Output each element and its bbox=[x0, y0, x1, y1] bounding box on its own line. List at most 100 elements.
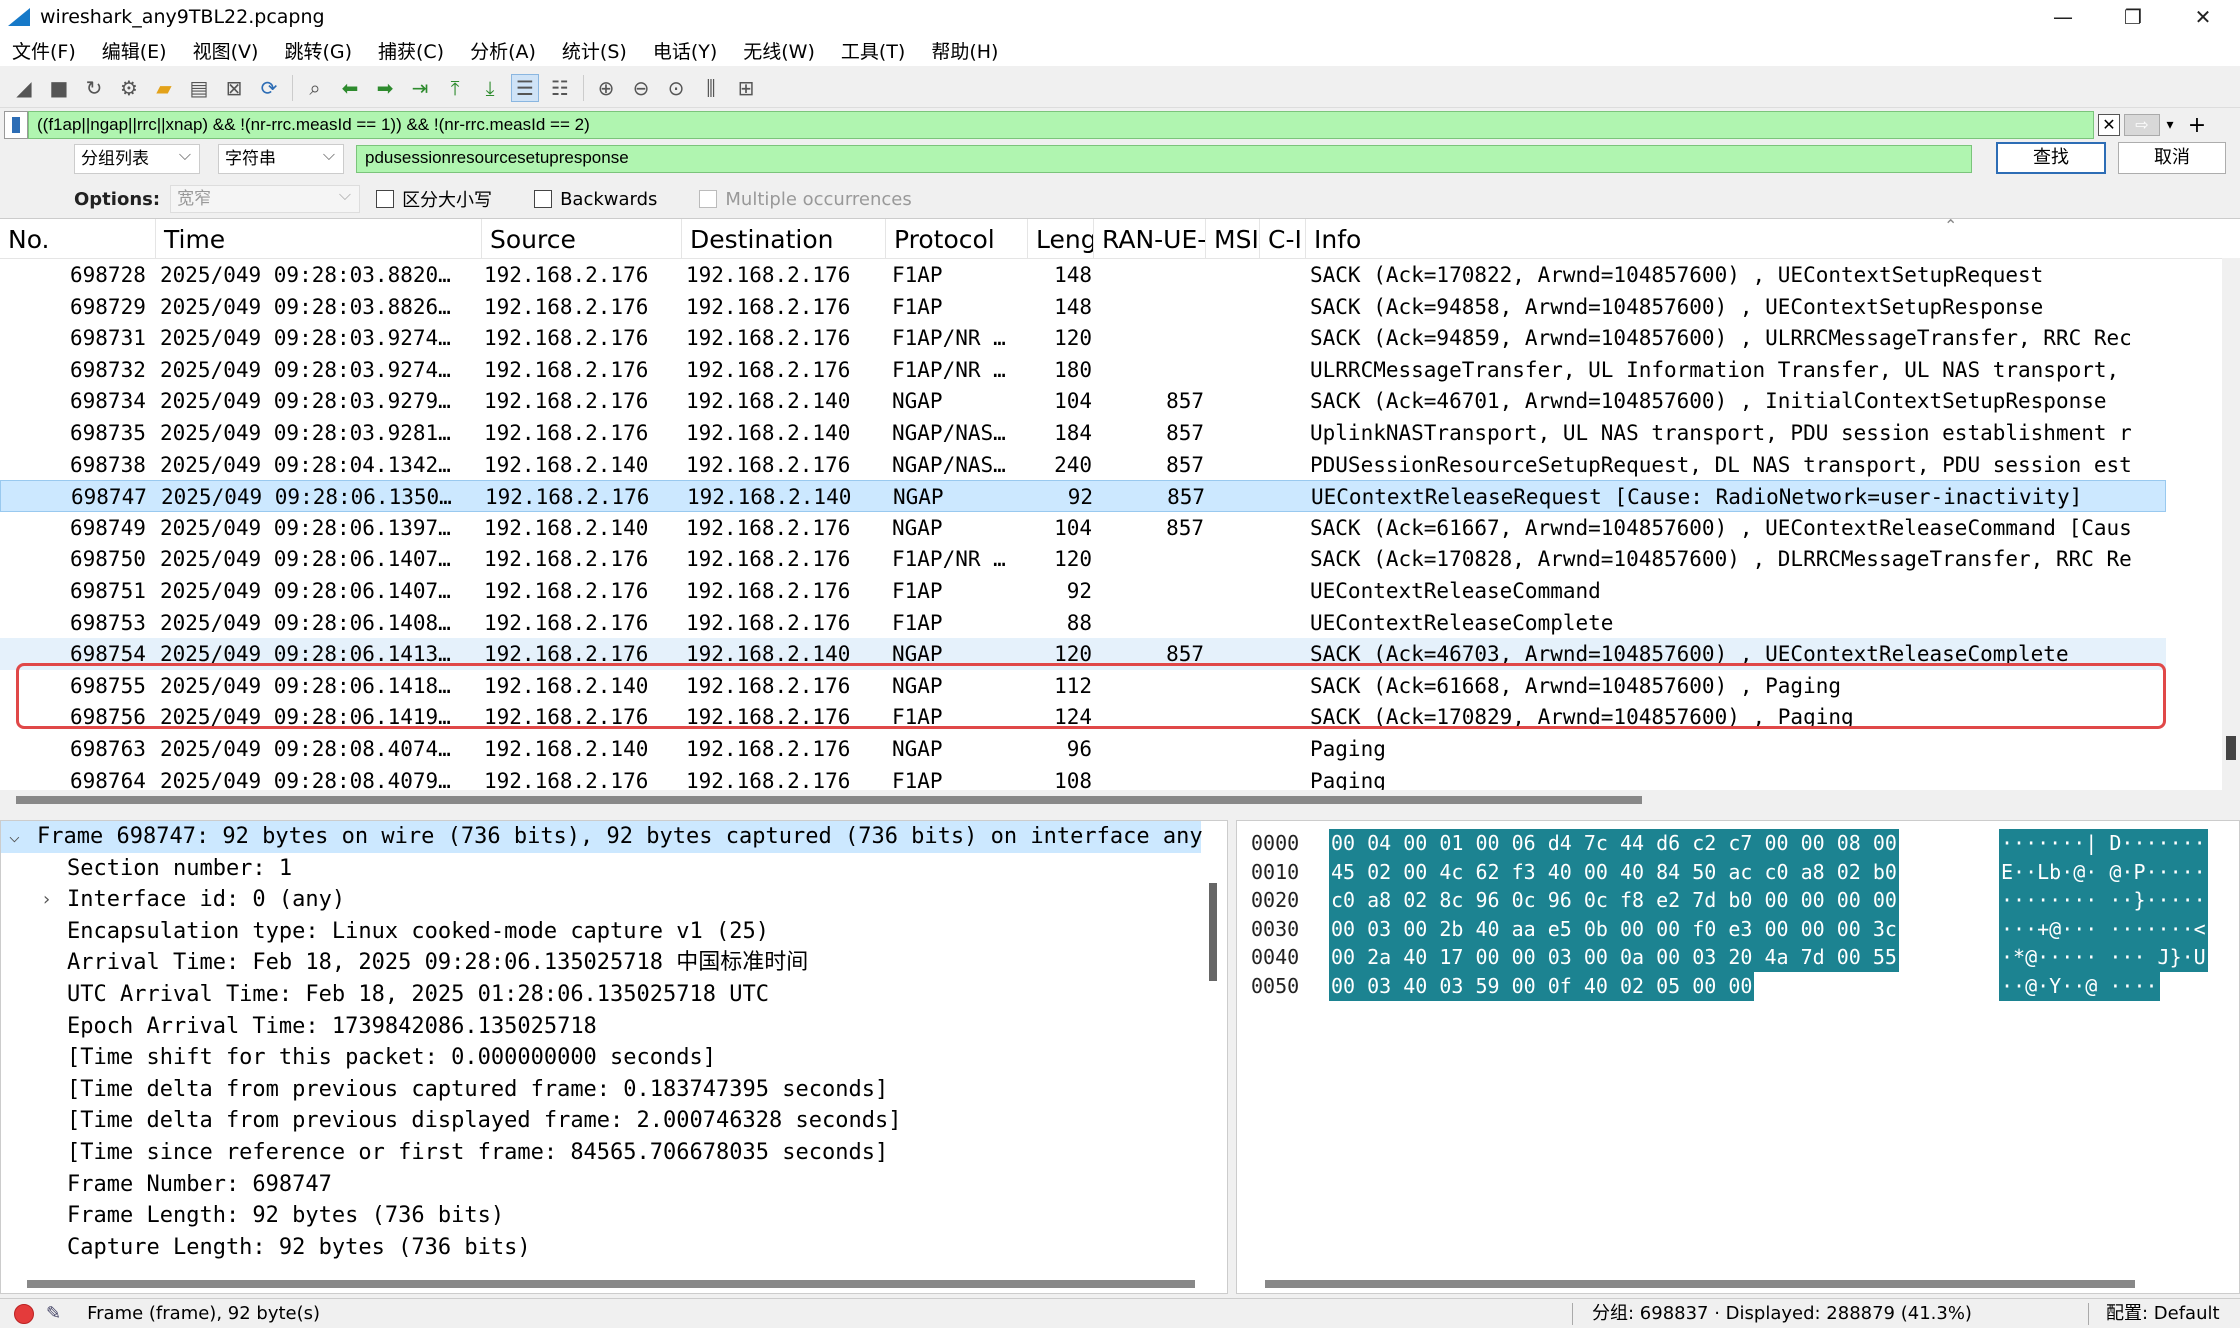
scroll-thumb[interactable] bbox=[1265, 1280, 2135, 1288]
expanded-arrow-icon[interactable]: ⌵ bbox=[9, 821, 20, 853]
packet-row[interactable]: 698732 2025/049 09:28:03.9274… 192.168.2.1… bbox=[0, 354, 2166, 386]
column-header-time[interactable]: Time bbox=[156, 219, 482, 259]
column-header-info[interactable]: Info bbox=[1306, 219, 2206, 259]
detail-field[interactable]: Frame Number: 698747 bbox=[1, 1169, 1201, 1201]
detail-field[interactable]: Section number: 1 bbox=[1, 853, 1201, 885]
menu-tools[interactable]: 工具(T) bbox=[841, 37, 905, 64]
scroll-thumb[interactable] bbox=[2226, 736, 2236, 760]
close-file-icon[interactable]: ⊠ bbox=[220, 74, 248, 102]
go-first-packet-icon[interactable]: ⤒ bbox=[441, 74, 469, 102]
colorize-icon[interactable]: ☷ bbox=[546, 74, 574, 102]
layout-icon[interactable]: ⊞ bbox=[732, 74, 760, 102]
detail-frame-summary[interactable]: ⌵ Frame 698747: 92 bytes on wire (736 bit… bbox=[1, 821, 1203, 853]
start-capture-icon[interactable]: ◢ bbox=[10, 74, 38, 102]
find-packet-icon[interactable]: ⌕ bbox=[301, 74, 329, 102]
menu-analyze[interactable]: 分析(A) bbox=[470, 37, 536, 64]
detail-field[interactable]: Capture Length: 92 bytes (736 bits) bbox=[1, 1232, 1201, 1264]
filter-history-dropdown-icon[interactable]: ▾ bbox=[2162, 117, 2178, 133]
backwards-checkbox[interactable]: Backwards bbox=[534, 189, 657, 210]
open-file-icon[interactable]: ▰ bbox=[150, 74, 178, 102]
add-filter-button-icon[interactable]: + bbox=[2186, 113, 2208, 138]
column-header-length[interactable]: Leng bbox=[1028, 219, 1094, 259]
ascii-bytes[interactable]: ··@·Y··@ ···· bbox=[1999, 972, 2160, 1001]
close-button[interactable]: ✕ bbox=[2168, 0, 2238, 34]
status-profile[interactable]: 配置: Default bbox=[2106, 1299, 2220, 1328]
menu-wireless[interactable]: 无线(W) bbox=[743, 37, 815, 64]
zoom-in-icon[interactable]: ⊕ bbox=[592, 74, 620, 102]
multiple-occurrences-checkbox[interactable]: Multiple occurrences bbox=[699, 189, 912, 210]
packet-row[interactable]: 698734 2025/049 09:28:03.9279… 192.168.2.1… bbox=[0, 385, 2166, 417]
detail-field[interactable]: Epoch Arrival Time: 1739842086.135025718 bbox=[1, 1011, 1201, 1043]
stop-capture-icon[interactable]: ■ bbox=[45, 74, 73, 102]
ascii-bytes[interactable]: ···+@··· ·······< bbox=[1999, 914, 2208, 944]
checkbox-box[interactable] bbox=[699, 190, 718, 208]
restore-button[interactable]: ❐ bbox=[2098, 0, 2168, 34]
column-header-source[interactable]: Source bbox=[482, 219, 682, 259]
cancel-find-button[interactable]: 取消 bbox=[2118, 142, 2226, 174]
packet-row[interactable]: 698747 2025/049 09:28:06.1350… 192.168.2.1… bbox=[0, 480, 2166, 512]
column-header-ci[interactable]: C-I bbox=[1260, 219, 1306, 259]
packet-list-vscrollbar[interactable] bbox=[2222, 258, 2240, 790]
column-header-no[interactable]: No. bbox=[0, 219, 156, 259]
detail-field[interactable]: Frame Length: 92 bytes (736 bits) bbox=[1, 1200, 1201, 1232]
autoscroll-icon[interactable]: ☰ bbox=[511, 73, 539, 102]
packet-row[interactable]: 698755 2025/049 09:28:06.1418… 192.168.2.1… bbox=[0, 670, 2166, 702]
clear-filter-icon[interactable]: ✕ bbox=[2098, 114, 2120, 136]
packet-row[interactable]: 698751 2025/049 09:28:06.1407… 192.168.2.1… bbox=[0, 575, 2166, 607]
apply-filter-icon[interactable]: ⇨ bbox=[2124, 114, 2160, 136]
packet-row[interactable]: 698763 2025/049 09:28:08.4074… 192.168.2.1… bbox=[0, 733, 2166, 765]
scroll-thumb[interactable] bbox=[1209, 883, 1217, 981]
packet-row[interactable]: 698738 2025/049 09:28:04.1342… 192.168.2.1… bbox=[0, 449, 2166, 481]
packet-row[interactable]: 698728 2025/049 09:28:03.8820… 192.168.2.1… bbox=[0, 259, 2166, 291]
capture-comment-icon[interactable]: ✎ bbox=[46, 1303, 61, 1324]
hex-bytes[interactable]: c0 a8 02 8c 96 0c 96 0c f8 e2 7d b0 00 0… bbox=[1329, 886, 1899, 916]
menu-help[interactable]: 帮助(H) bbox=[931, 37, 998, 64]
go-forward-icon[interactable]: ➡ bbox=[371, 74, 399, 102]
packet-row[interactable]: 698753 2025/049 09:28:06.1408… 192.168.2.1… bbox=[0, 607, 2166, 639]
menu-statistics[interactable]: 统计(S) bbox=[562, 37, 627, 64]
scroll-thumb[interactable] bbox=[27, 1280, 1195, 1288]
hex-bytes[interactable]: 45 02 00 4c 62 f3 40 00 40 84 50 ac c0 a… bbox=[1329, 857, 1899, 887]
detail-field[interactable]: [Time since reference or first frame: 84… bbox=[1, 1137, 1201, 1169]
checkbox-box[interactable] bbox=[376, 190, 395, 208]
hex-bytes[interactable]: 00 2a 40 17 00 00 03 00 0a 00 03 20 4a 7… bbox=[1329, 943, 1899, 973]
go-last-packet-icon[interactable]: ⤓ bbox=[476, 74, 504, 102]
packet-row[interactable]: 698764 2025/049 09:28:08.4079… 192.168.2.1… bbox=[0, 765, 2166, 790]
packet-row[interactable]: 698731 2025/049 09:28:03.9274… 192.168.2.1… bbox=[0, 322, 2166, 354]
zoom-reset-icon[interactable]: ⊙ bbox=[662, 74, 690, 102]
packet-list-hscrollbar[interactable] bbox=[0, 790, 2240, 808]
packet-row[interactable]: 698754 2025/049 09:28:06.1413… 192.168.2.1… bbox=[0, 638, 2166, 670]
find-string-input[interactable]: pdusessionresourcesetupresponse bbox=[356, 145, 1972, 173]
column-header-ran-ue[interactable]: RAN-UE- bbox=[1094, 219, 1206, 259]
packet-row[interactable]: 698729 2025/049 09:28:03.8826… 192.168.2.1… bbox=[0, 291, 2166, 323]
charset-select[interactable]: 宽窄 bbox=[170, 182, 361, 213]
detail-field[interactable]: › Interface id: 0 (any) bbox=[1, 884, 1201, 916]
go-to-packet-icon[interactable]: ⇥ bbox=[406, 74, 434, 102]
details-vscrollbar[interactable] bbox=[1209, 849, 1221, 1259]
packet-row[interactable]: 698750 2025/049 09:28:06.1407… 192.168.2.1… bbox=[0, 543, 2166, 575]
collapsed-arrow-icon[interactable]: › bbox=[41, 884, 52, 916]
menu-capture[interactable]: 捕获(C) bbox=[378, 37, 444, 64]
packet-row[interactable]: 698749 2025/049 09:28:06.1397… 192.168.2.1… bbox=[0, 512, 2166, 544]
reload-file-icon[interactable]: ⟳ bbox=[255, 74, 283, 102]
resize-columns-icon[interactable]: ⫼ bbox=[697, 74, 725, 102]
menu-go[interactable]: 跳转(G) bbox=[284, 37, 352, 64]
detail-field[interactable]: [Time shift for this packet: 0.000000000… bbox=[1, 1042, 1201, 1074]
packet-row[interactable]: 698756 2025/049 09:28:06.1419… 192.168.2.1… bbox=[0, 701, 2166, 733]
bytes-hscrollbar[interactable] bbox=[1237, 1275, 2239, 1291]
ascii-bytes[interactable]: ·······| D······· bbox=[1999, 829, 2208, 858]
capture-options-icon[interactable]: ⚙ bbox=[115, 74, 143, 102]
ascii-bytes[interactable]: E··Lb·@· @·P····· bbox=[1999, 857, 2208, 887]
scroll-thumb[interactable] bbox=[16, 796, 1642, 804]
detail-field[interactable]: Arrival Time: Feb 18, 2025 09:28:06.1350… bbox=[1, 947, 1201, 979]
column-header-msi[interactable]: MSI bbox=[1206, 219, 1260, 259]
details-hscrollbar[interactable] bbox=[1, 1275, 1227, 1291]
go-back-icon[interactable]: ⬅ bbox=[336, 74, 364, 102]
detail-field[interactable]: Encapsulation type: Linux cooked-mode ca… bbox=[1, 916, 1201, 948]
find-scope-select[interactable]: 分组列表 bbox=[74, 141, 200, 174]
hex-bytes[interactable]: 00 04 00 01 00 06 d4 7c 44 d6 c2 c7 00 0… bbox=[1329, 829, 1899, 858]
find-type-select[interactable]: 字符串 bbox=[218, 141, 344, 174]
checkbox-box[interactable] bbox=[534, 190, 553, 208]
menu-edit[interactable]: 编辑(E) bbox=[102, 37, 167, 64]
detail-field[interactable]: UTC Arrival Time: Feb 18, 2025 01:28:06.… bbox=[1, 979, 1201, 1011]
